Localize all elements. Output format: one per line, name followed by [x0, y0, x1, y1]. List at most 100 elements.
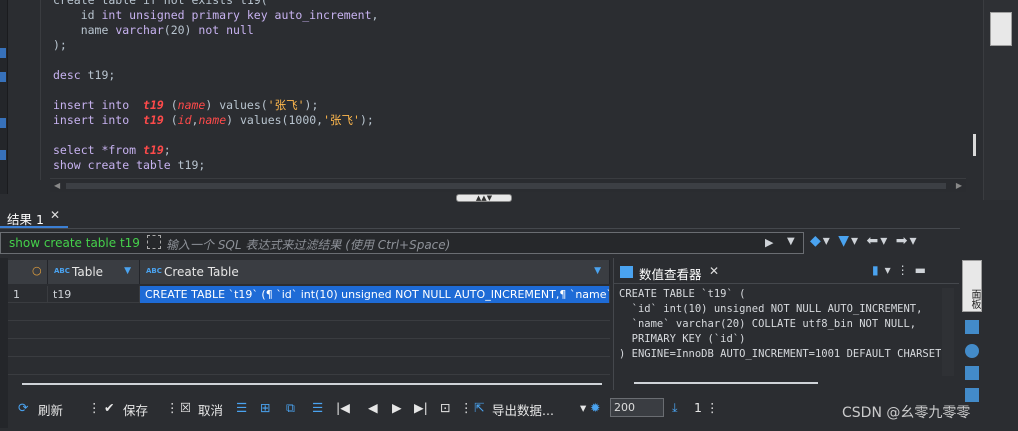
editor-horizontal-scrollbar[interactable]: ◀ ▶: [50, 178, 966, 192]
value-viewer-tab[interactable]: 数值查看器 ✕ ▮▾⋮▬: [614, 260, 959, 284]
cell-table[interactable]: t19: [48, 286, 140, 303]
grid-horizontal-scrollbar[interactable]: [22, 383, 602, 385]
save-icon[interactable]: ✔: [104, 400, 114, 415]
edit-row-icon[interactable]: ☰: [236, 400, 247, 415]
sql-code[interactable]: create table if not exists t19( id int u…: [53, 0, 378, 173]
separator-icon: ⋮: [460, 400, 473, 415]
code-line[interactable]: show create table t19;: [53, 158, 378, 173]
previous-page-icon[interactable]: ◀: [368, 400, 378, 415]
code-line[interactable]: [53, 83, 378, 98]
first-page-icon[interactable]: |◀: [336, 400, 350, 415]
viewer-horizontal-scrollbar[interactable]: [634, 382, 818, 384]
column-header-create-table[interactable]: ABC Create Table ▼: [140, 260, 610, 284]
side-panel-bar: 面板: [960, 258, 986, 408]
grid-icon[interactable]: [965, 320, 979, 334]
tab-divider: [0, 228, 960, 229]
row-number-header[interactable]: ○: [8, 260, 48, 284]
column-header-label: Create Table: [164, 265, 239, 279]
back-arrow-icon[interactable]: ⬅: [867, 233, 881, 249]
gear-icon[interactable]: ✹: [590, 400, 600, 415]
column-header-label: Table: [72, 265, 104, 279]
panel-toggle-button[interactable]: [990, 12, 1012, 46]
delete-row-icon[interactable]: ☰: [312, 400, 323, 415]
row-status-icon: ○: [32, 264, 42, 277]
forward-arrow-icon[interactable]: ➡: [896, 233, 910, 249]
viewer-vertical-scrollbar[interactable]: [942, 288, 954, 376]
tab-results-1[interactable]: 结果 1 ✕: [0, 204, 68, 228]
sort-icon[interactable]: ▼: [594, 266, 601, 276]
text-type-icon: ABC: [146, 267, 162, 275]
copy-row-icon[interactable]: ⧉: [286, 400, 295, 416]
sort-icon[interactable]: ▼: [124, 266, 131, 276]
dropdown-icon[interactable]: ▾: [580, 400, 586, 415]
close-icon[interactable]: ✕: [50, 208, 60, 222]
scroll-left-icon[interactable]: ◀: [54, 181, 60, 190]
result-limit-input[interactable]: 200: [610, 398, 664, 417]
minimize-icon[interactable]: ▬: [915, 263, 932, 277]
code-line[interactable]: insert into t19 (id,name) values(1000,'张…: [53, 113, 378, 128]
table-row: [8, 358, 610, 375]
results-grid[interactable]: ○ ABC Table ▼ ABC Create Table ▼ 1 t19 C…: [8, 260, 610, 378]
filter-tools: ◆▾ ▼▾ ⬅▾ ➡▾: [810, 233, 919, 249]
splitter-grip-icon[interactable]: ▲▲▼: [456, 194, 512, 202]
filter-history-dropdown-icon[interactable]: ▼: [787, 236, 795, 247]
last-page-icon[interactable]: ▶|: [414, 400, 428, 415]
eraser-icon[interactable]: ◆: [810, 233, 823, 249]
refresh-icon[interactable]: ⟳: [18, 400, 28, 415]
code-line[interactable]: );: [53, 38, 378, 53]
viewer-title: 数值查看器: [639, 267, 702, 282]
value-viewer-panel: 数值查看器 ✕ ▮▾⋮▬ CREATE TABLE `t19` ( `id` i…: [613, 258, 959, 390]
current-query: show create table t19: [9, 236, 140, 250]
dropdown-icon[interactable]: ▾: [823, 233, 832, 249]
dropdown-icon[interactable]: ▾: [909, 233, 918, 249]
dropdown-icon[interactable]: ▾: [851, 233, 860, 249]
export-data-button[interactable]: 导出数据...: [492, 400, 554, 419]
code-line[interactable]: [53, 128, 378, 143]
fetch-all-icon[interactable]: ⊡: [440, 400, 450, 415]
table-row[interactable]: 1 t19 CREATE TABLE `t19` (¶ `id` int(10)…: [8, 286, 610, 303]
panels-toggle-button[interactable]: 面板: [962, 260, 982, 312]
code-line[interactable]: insert into t19 (name) values('张飞');: [53, 98, 378, 113]
filter-icon[interactable]: ▼: [838, 233, 851, 249]
row-count-icon: ⤓: [672, 400, 678, 415]
filter-input[interactable]: 输入一个 SQL 表达式来过滤结果 (使用 Ctrl+Space): [166, 236, 450, 253]
settings-icon[interactable]: [965, 344, 979, 358]
row-count: 1: [694, 400, 702, 415]
cancel-button[interactable]: 取消: [198, 400, 223, 419]
cell-create-table[interactable]: CREATE TABLE `t19` (¶ `id` int(10) unsig…: [140, 286, 610, 303]
code-line[interactable]: desc t19;: [53, 68, 378, 83]
code-line[interactable]: id int unsigned primary key auto_increme…: [53, 8, 379, 23]
code-line[interactable]: select *from t19;: [53, 143, 378, 158]
column-header-table[interactable]: ABC Table ▼: [48, 260, 140, 284]
refresh-button[interactable]: 刷新: [38, 400, 63, 419]
editor-vertical-scrollbar[interactable]: [970, 0, 980, 176]
right-toolbar-strip: [983, 0, 1018, 200]
export-icon[interactable]: ⇱: [474, 400, 484, 415]
table-row: [8, 304, 610, 321]
close-icon[interactable]: ✕: [709, 264, 719, 278]
expand-icon[interactable]: [147, 235, 161, 249]
add-row-icon[interactable]: ⊞: [260, 400, 270, 415]
table-row: [8, 322, 610, 339]
editor-results-splitter[interactable]: ▲▲▼: [0, 194, 982, 202]
code-line[interactable]: [53, 53, 378, 68]
scroll-right-icon[interactable]: ▶: [956, 181, 962, 190]
cancel-icon[interactable]: ☒: [180, 400, 191, 415]
content-format-icon[interactable]: ▮: [872, 263, 885, 277]
more-options-icon[interactable]: ⋮: [897, 263, 915, 277]
dropdown-icon[interactable]: ▾: [880, 233, 889, 249]
dropdown-icon[interactable]: ▾: [885, 263, 897, 277]
panels-label: 面板: [969, 289, 980, 309]
results-left-strip: [0, 258, 8, 428]
row-number[interactable]: 1: [8, 286, 48, 303]
apply-filter-icon[interactable]: ▶: [765, 236, 773, 249]
code-line[interactable]: name varchar(20) not null: [53, 23, 378, 38]
sql-editor[interactable]: create table if not exists t19( id int u…: [40, 0, 982, 180]
save-button[interactable]: 保存: [123, 400, 148, 419]
tab-label: 结果 1: [7, 212, 44, 227]
code-line[interactable]: create table if not exists t19(: [53, 0, 378, 8]
next-page-icon[interactable]: ▶: [392, 400, 402, 415]
watermark: CSDN @幺零九零零: [842, 405, 971, 421]
chart-icon[interactable]: [965, 366, 979, 380]
viewer-content[interactable]: CREATE TABLE `t19` ( `id` int(10) unsign…: [619, 287, 941, 362]
